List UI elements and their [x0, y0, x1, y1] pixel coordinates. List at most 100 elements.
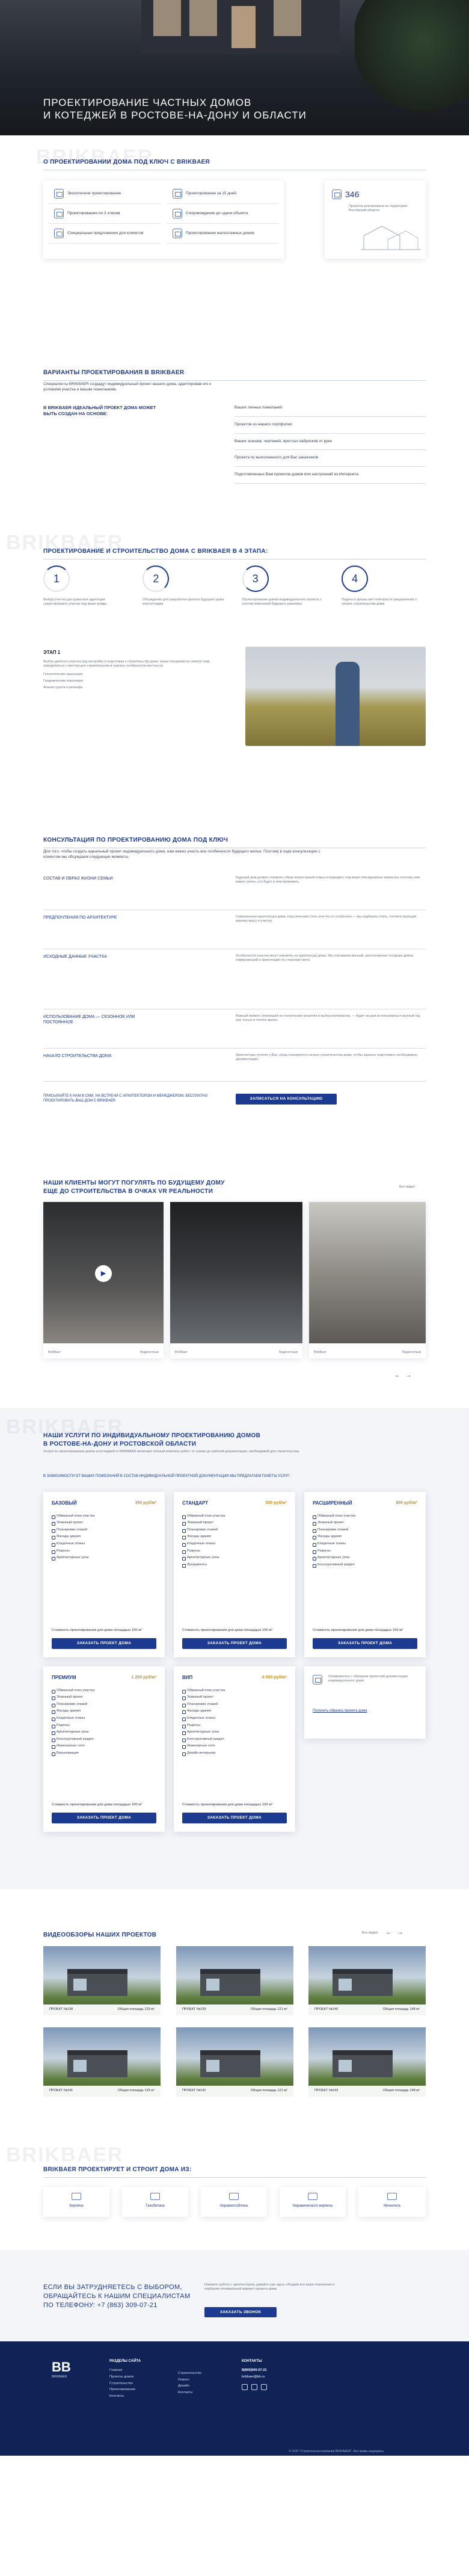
material-ceramic-brick[interactable]: Керамического кирпича [280, 2187, 346, 2217]
consult-row: ИСПОЛЬЗОВАНИЕ ДОМА — СЕЗОННОЕ ИЛИ ПОСТОЯ… [43, 1009, 426, 1049]
video-card[interactable]: ПРОЕКТ №138 Общая площадь 133 м² [43, 1946, 161, 2015]
consult-row: ИСХОДНЫЕ ДАННЫЕ УЧАСТКА Особенности участ… [43, 949, 426, 1009]
footer-link[interactable]: Проектирование [109, 2386, 141, 2393]
list-item: Проектов из нашего портфолио [234, 417, 426, 434]
footer-phone[interactable]: 8(800)500-07-21 [242, 2367, 267, 2374]
material-monolith[interactable]: Монолита [358, 2187, 426, 2217]
video-card[interactable]: ПРОЕКТ №142 Общая площадь 121 м² [176, 2027, 293, 2097]
arrow-right-icon[interactable]: → [405, 1372, 411, 1379]
footer-services: Строительство Ремонт Дизайн Контакты [178, 2370, 201, 2396]
tariff-card-premium: ПРЕМИУМ 1 200 руб/м² Обмерный план участк… [43, 1666, 165, 1832]
vr-card[interactable]: BrikBaer Видеоотзыв [170, 1202, 302, 1358]
services-section: BRIKBAER НАШИ УСЛУГИ ПО ИНДИВИДУАЛЬНОМУ … [0, 1408, 469, 1889]
play-icon[interactable]: ▶ [95, 1265, 112, 1282]
building-icon [332, 190, 342, 200]
hero-banner: ПРОЕКТИРОВАНИЕ ЧАСТНЫХ ДОМОВ И КОТЕДЖЕЙ В… [0, 0, 469, 135]
footer-email[interactable]: brikbaer@bk.ru [242, 2374, 267, 2380]
vk-icon[interactable] [242, 2383, 248, 2390]
brand-watermark: BRIKBAER [6, 2143, 124, 2166]
footer-contacts: КОНТАКТЫ 8(800)500-07-21 brikbaer@bk.ru [242, 2358, 267, 2390]
footer-link[interactable]: Контакты [178, 2390, 201, 2396]
telegram-icon[interactable] [261, 2383, 267, 2390]
contact-title: ЕСЛИ ВЫ ЗАТРУДНЯЕТЕСЬ С ВЫБОРОМ, ОБРАЩАЙТ… [43, 2284, 191, 2309]
consultation-button[interactable]: ЗАПИСАТЬСЯ НА КОНСУЛЬТАЦИЮ [236, 1094, 337, 1105]
all-videos-link[interactable]: Все видео [399, 1185, 415, 1189]
material-claydite-block[interactable]: Керамзитоблока [201, 2187, 267, 2217]
variants-intro: Специалисты BRIKBAER создадут индивидуал… [43, 382, 212, 392]
services-choose: В ЗАВИСИМОСТИ ОТ ВАШИХ ПОЖЕЛАНИЙ В СОСТА… [43, 1474, 291, 1478]
order-project-button[interactable]: ЗАКАЗАТЬ ПРОЕКТ ДОМА [52, 1638, 156, 1649]
all-videos-link[interactable]: Все видео [362, 1931, 378, 1935]
stat-number: 346 [345, 190, 360, 199]
tariff-card-vip: ВИП 4 000 руб/м² Обмерный план участка Эск… [174, 1666, 295, 1832]
sample-project-card: Ознакомьтесь с образцом проектной докуме… [304, 1666, 426, 1739]
contact-section: ЕСЛИ ВЫ ЗАТРУДНЯЕТЕСЬ С ВЫБОРОМ, ОБРАЩАЙТ… [0, 2250, 469, 2341]
vr-title: НАШИ КЛИЕНТЫ МОГУТ ПОГУЛЯТЬ ПО БУДУЩЕМУ … [43, 1180, 225, 1195]
block-icon [150, 2193, 160, 2200]
instagram-icon[interactable] [251, 2383, 257, 2390]
tariff-card-standard: СТАНДАРТ 500 руб/м² Обмерный план участка… [174, 1492, 295, 1657]
stage-list-item: Анализ грунта и рельефа [43, 686, 83, 690]
stage-detail: ЭТАП 1 Выбор удобного участка под застро… [43, 650, 218, 691]
footer-link[interactable]: Проекты домов [109, 2374, 141, 2380]
stage-label: ЭТАП 1 [43, 650, 61, 655]
stage-step[interactable]: 4 Подача в органы местной власти уведомле… [341, 565, 426, 607]
video-title: ВИДЕООБЗОРЫ НАШИХ ПРОЕКТОВ [43, 1932, 157, 1938]
stages-icon [54, 209, 64, 218]
list-item: Проекта по выполненного для Вас заказчик… [234, 450, 426, 467]
footer-logo[interactable]: BB [52, 2358, 71, 2376]
vr-card[interactable]: ▶ BrikBaer Видеоотзыв [43, 1202, 164, 1358]
vr-card[interactable]: BrikBaer Видеоотзыв [309, 1202, 426, 1358]
material-aerated-concrete[interactable]: Газобетона [122, 2187, 188, 2217]
house-icon [173, 229, 182, 238]
carousel-arrows: ← → [386, 1929, 403, 1937]
request-call-button[interactable]: ЗАКАЗАТЬ ЗВОНОК [204, 2307, 277, 2317]
stage-step[interactable]: 1 Выбор участка для дома или адаптация су… [43, 565, 127, 607]
footer-link[interactable]: Строительство [109, 2380, 141, 2387]
stage-step[interactable]: 2 Обсуждение для разработки проекта будущ… [143, 565, 227, 607]
video-card[interactable]: ПРОЕКТ №141 Общая площадь 133 м² [43, 2027, 161, 2097]
footer-link[interactable]: Главная [109, 2367, 141, 2374]
about-features-card: Экологичное проектирование Проектировани… [43, 180, 284, 259]
consult-cta-text: ПРИСЫЛАЙТЕ К НАМ В СМИ, НА ВСТРЕЧИ С АРХ… [43, 1094, 208, 1103]
arrow-left-icon[interactable]: ← [386, 1929, 392, 1936]
offer-icon [54, 229, 64, 238]
feature-item: Экологичное проектирование [48, 184, 161, 204]
video-card[interactable]: ПРОЕКТ №143 Общая площадь 148 м² [308, 2027, 426, 2097]
sample-project-link[interactable]: Получить образец проекта дома [313, 1709, 367, 1713]
variants-section: ВАРИАНТЫ ПРОЕКТИРОВАНИЯ В BRIKBAER Специ… [0, 340, 469, 529]
footer-link[interactable]: Контакты [109, 2393, 141, 2400]
vr-section: НАШИ КЛИЕНТЫ МОГУТ ПОГУЛЯТЬ ПО БУДУЩЕМУ … [0, 1179, 469, 1408]
services-intro: Услуги по проектированию домов и коттедж… [43, 1450, 300, 1453]
variants-title: ВАРИАНТЫ ПРОЕКТИРОВАНИЯ В BRIKBAER [43, 369, 426, 381]
stage-step[interactable]: 3 Проектирование домов индивидуального пр… [242, 565, 326, 607]
carousel-arrows: ← → [394, 1372, 411, 1380]
video-card[interactable]: ПРОЕКТ №140 Общая площадь 148 м² [308, 1946, 426, 2015]
list-item: Ваших личных пожеланий [234, 400, 426, 417]
order-project-button[interactable]: ЗАКАЗАТЬ ПРОЕКТ ДОМА [52, 1813, 156, 1823]
about-title: О ПРОЕКТИРОВАНИИ ДОМА ПОД КЛЮЧ С BRIKBAE… [43, 158, 426, 170]
house-sketch-icon [361, 226, 421, 250]
footer: BB BRIKBAER РАЗДЕЛЫ САЙТА Главная Проект… [0, 2341, 469, 2456]
arrow-left-icon[interactable]: ← [394, 1372, 400, 1379]
footer-link[interactable]: Дизайн [178, 2383, 201, 2390]
materials-section: BRIKBAER BRIKBAER ПРОЕКТИРУЕТ И СТРОИТ Д… [0, 2142, 469, 2250]
material-brick[interactable]: Кирпича [43, 2187, 109, 2217]
stat-text: Проектов реализовали на территории Росто… [349, 205, 408, 213]
arrow-right-icon[interactable]: → [397, 1929, 403, 1936]
footer-link[interactable]: Ремонт [178, 2377, 201, 2383]
footer-copyright: © ООО "Строительная компания BRIKBAER". … [289, 2450, 384, 2453]
about-section: BRIKBAER О ПРОЕКТИРОВАНИИ ДОМА ПОД КЛЮЧ … [0, 135, 469, 340]
video-card[interactable]: ПРОЕКТ №139 Общая площадь 121 м² [176, 1946, 293, 2015]
consult-rows: СОСТАВ И ОБРАЗ ЖИЗНИ СЕМЬИ Будущий дом до… [43, 871, 426, 1082]
order-project-button[interactable]: ЗАКАЗАТЬ ПРОЕКТ ДОМА [182, 1638, 287, 1649]
order-project-button[interactable]: ЗАКАЗАТЬ ПРОЕКТ ДОМА [313, 1638, 417, 1649]
feature-item: Проектирование за 15 дней [167, 184, 279, 204]
brick-icon [308, 2193, 317, 2200]
order-project-button[interactable]: ЗАКАЗАТЬ ПРОЕКТ ДОМА [182, 1813, 287, 1823]
footer-link[interactable]: Строительство [178, 2370, 201, 2377]
consult-row: НАЧАЛО СТРОИТЕЛЬСТВА ДОМА Архитекторы уто… [43, 1049, 426, 1082]
stages-title: ПРОЕКТИРОВАНИЕ И СТРОИТЕЛЬСТВО ДОМА С BR… [43, 547, 426, 559]
consult-title: КОНСУЛЬТАЦИЯ ПО ПРОЕКТИРОВАНИЮ ДОМА ПОД … [43, 836, 426, 848]
video-reviews-section: ВИДЕООБЗОРЫ НАШИХ ПРОЕКТОВ Все видео ← →… [0, 1889, 469, 2142]
